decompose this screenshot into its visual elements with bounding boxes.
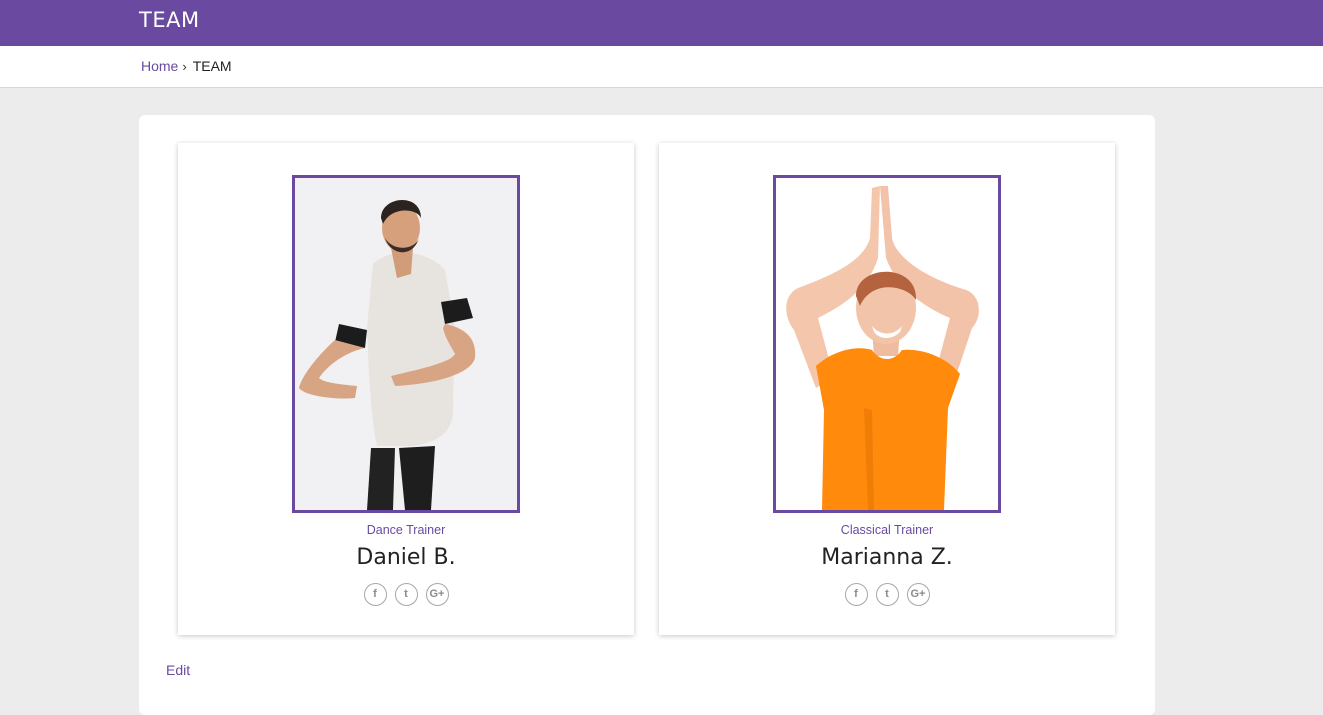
breadcrumb-home-link[interactable]: Home: [141, 58, 178, 74]
google-plus-icon[interactable]: G+: [906, 583, 930, 606]
twitter-icon[interactable]: t: [394, 583, 418, 606]
page-header: TEAM: [0, 0, 1323, 46]
trainer-photo-daniel: [292, 175, 520, 513]
breadcrumb-separator-icon: ›: [182, 59, 187, 74]
trainer-role: Classical Trainer: [840, 523, 934, 537]
trainer-name: Daniel B.: [356, 545, 456, 570]
trainer-role: Dance Trainer: [366, 523, 446, 537]
page-title: TEAM: [139, 8, 200, 32]
breadcrumb: Home › TEAM: [141, 58, 232, 74]
facebook-icon[interactable]: f: [844, 583, 868, 606]
team-panel: Dance Trainer Daniel B. f t G+ Classical…: [139, 115, 1155, 715]
twitter-icon[interactable]: t: [875, 583, 899, 606]
breadcrumb-bar: Home › TEAM: [0, 46, 1323, 88]
trainer-name: Marianna Z.: [821, 545, 953, 570]
yoga-woman-image: [776, 178, 998, 510]
facebook-icon[interactable]: f: [363, 583, 387, 606]
team-card-marianna: Classical Trainer Marianna Z. f t G+: [659, 143, 1115, 635]
team-card-daniel: Dance Trainer Daniel B. f t G+: [178, 143, 634, 635]
social-links: f t G+: [178, 583, 634, 606]
dancer-man-image: [295, 178, 517, 510]
breadcrumb-current: TEAM: [192, 58, 232, 74]
google-plus-icon[interactable]: G+: [425, 583, 449, 606]
trainer-photo-marianna: [773, 175, 1001, 513]
social-links: f t G+: [659, 583, 1115, 606]
edit-link[interactable]: Edit: [166, 662, 190, 678]
